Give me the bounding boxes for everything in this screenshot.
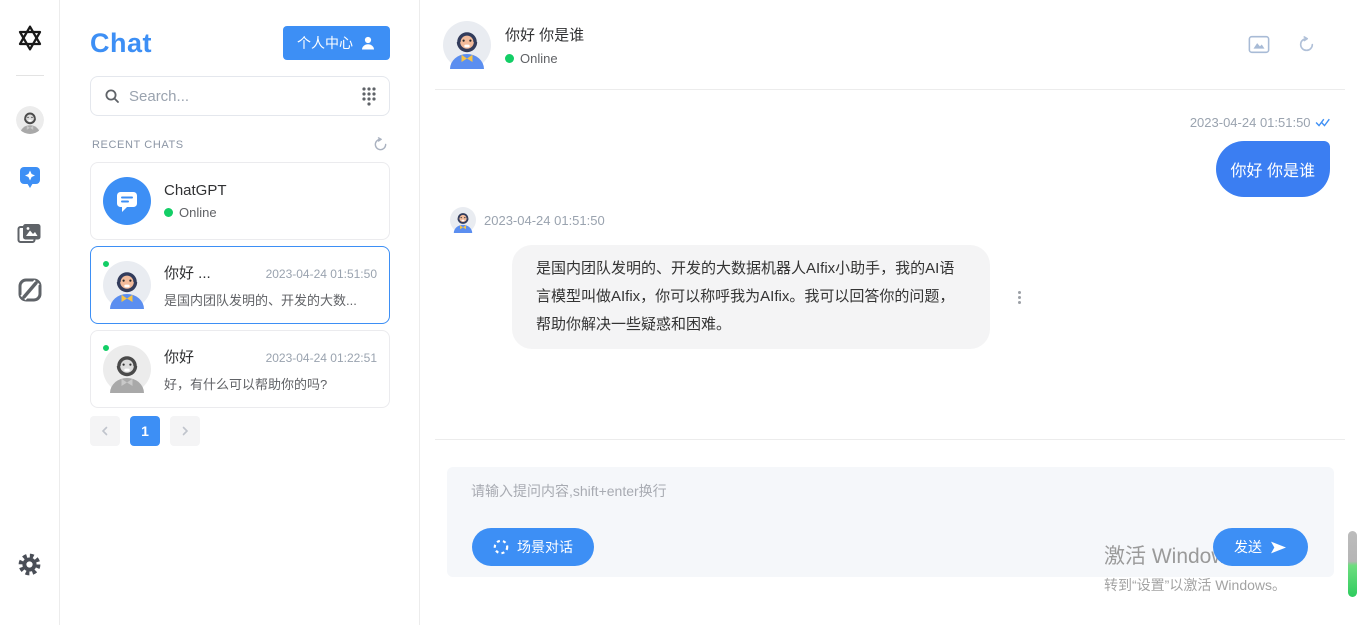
chat-list-panel: Chat 个人中心 [60,0,420,625]
message-timestamp: 2023-04-24 01:51:50 [484,213,605,228]
dialpad-button[interactable] [362,87,376,106]
chat-item-status: Online [179,205,217,220]
refresh-chats-button[interactable] [373,137,388,152]
conversation-avatar [443,21,491,69]
openai-logo-icon [14,22,46,54]
presence-dot [101,343,111,353]
composer-box: 场景对话 发送 [447,467,1334,577]
scene-dialog-label: 场景对话 [517,537,573,557]
user-avatar-grey-icon [103,345,151,393]
message-timestamp: 2023-04-24 01:51:50 [1190,115,1311,130]
message-input[interactable] [471,481,1058,525]
refresh-icon [1298,36,1315,53]
send-label: 发送 [1234,537,1262,557]
ai-chat-bubble-icon [17,164,43,190]
chat-list-item-chatgpt[interactable]: ChatGPT Online [90,162,390,240]
recent-chats-label: RECENT CHATS [92,139,184,151]
chat-list: ChatGPT Online 你好 ... 2023-04-24 01:51:5… [90,162,390,408]
send-button[interactable]: 发送 [1213,528,1308,566]
rail-nav-gallery[interactable] [16,220,43,247]
rail-nav-settings[interactable] [16,551,43,578]
chat-application: Chat 个人中心 [0,0,1360,625]
dialpad-icon [362,87,376,106]
online-dot [505,54,514,63]
user-avatar-icon [103,261,151,309]
page-1-button[interactable]: 1 [130,416,160,446]
image-icon [1248,35,1270,54]
outgoing-bubble: 你好 你是谁 [1216,141,1330,197]
rail-user-avatar[interactable] [16,106,44,134]
user-avatar-icon [450,207,476,233]
chat-item-preview: 好，有什么可以帮助你的吗? [164,374,377,393]
chatgpt-avatar-icon [103,177,151,225]
chat-item-name: ChatGPT [164,182,377,199]
refresh-icon [373,137,388,152]
watermark-line2: 转到“设置”以激活 Windows。 [1104,575,1286,595]
more-dots-icon [1018,291,1021,294]
person-icon [360,35,376,51]
scrollbar-thumb[interactable] [1348,531,1357,597]
conversation-status: Online [520,51,558,66]
openai-logo[interactable] [14,22,46,54]
scene-icon [493,539,509,555]
pagination: 1 [90,416,390,446]
avatar [103,177,151,225]
search-box [90,76,390,116]
avatar [103,261,151,309]
chevron-left-icon [100,426,110,436]
conversation-area: 你好 你是谁 Online [420,0,1360,625]
conversation-title: 你好 你是谁 [505,24,584,45]
chat-item-time: 2023-04-24 01:51:50 [266,267,377,281]
chat-item-title: 你好 [164,346,194,367]
message-list: 2023-04-24 01:51:50 你好 你是谁 2023-04-24 01… [435,90,1345,440]
scene-dialog-button[interactable]: 场景对话 [472,528,594,566]
conversation-header: 你好 你是谁 Online [435,0,1345,90]
presence-dot [101,259,111,269]
icon-rail [0,0,60,625]
panel-title: Chat [90,28,152,59]
rail-divider [16,75,44,76]
search-icon [104,88,120,104]
chat-list-item-selected[interactable]: 你好 ... 2023-04-24 01:51:50 是国内团队发明的、开发的大… [90,246,390,324]
message-more-button[interactable] [1018,291,1021,304]
profile-center-button[interactable]: 个人中心 [283,26,390,60]
avatar [103,345,151,393]
outgoing-message: 2023-04-24 01:51:50 你好 你是谁 [435,114,1345,197]
refresh-conversation-button[interactable] [1298,36,1315,53]
prev-page-button[interactable] [90,416,120,446]
rail-nav-ai-chat[interactable] [17,164,43,190]
user-avatar-icon [16,106,44,134]
incoming-message: 2023-04-24 01:51:50 是国内团队发明的、开发的大数据机器人AI… [435,207,1345,349]
profile-center-label: 个人中心 [297,33,353,53]
gallery-icon [16,220,43,247]
user-avatar-icon [443,21,491,69]
incoming-bubble: 是国内团队发明的、开发的大数据机器人AIfix小助手，我的AI语言模型叫做AIf… [512,245,990,349]
online-dot [164,208,173,217]
slash-square-icon [17,277,43,303]
search-input[interactable] [129,88,362,105]
image-tool-button[interactable] [1248,35,1270,54]
chat-item-preview: 是国内团队发明的、开发的大数... [164,290,377,309]
double-check-icon [1315,117,1330,128]
next-page-button[interactable] [170,416,200,446]
send-icon [1270,540,1287,555]
chat-list-item[interactable]: 你好 2023-04-24 01:22:51 好，有什么可以帮助你的吗? [90,330,390,408]
composer: 场景对话 发送 [435,440,1345,577]
chat-item-title: 你好 ... [164,262,211,283]
chevron-right-icon [180,426,190,436]
settings-gear-icon [16,551,43,578]
rail-nav-tools[interactable] [17,277,43,303]
chat-item-time: 2023-04-24 01:22:51 [266,351,377,365]
